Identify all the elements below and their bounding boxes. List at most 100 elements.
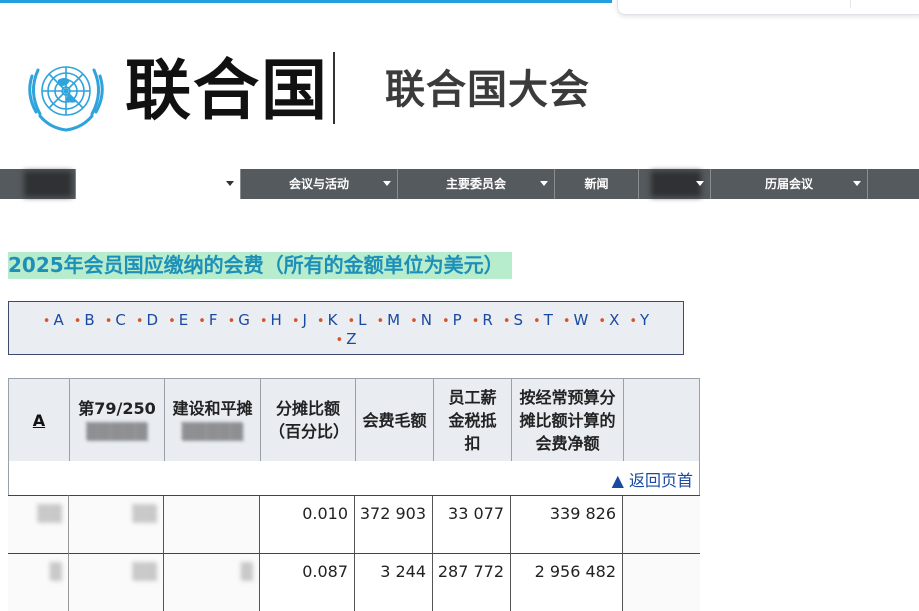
gross-cell: 3 244 [355, 553, 433, 611]
back-to-top-row: ▲ 返回页首 [8, 461, 700, 495]
alphabet-row: • A • B • C • D • E • F • G • H • J • K • L • M • N • P • R • S • T • W • X • Y [9, 311, 683, 330]
alphabet-link[interactable]: • N [410, 311, 432, 331]
section-title[interactable]: 联合国大会 [385, 66, 590, 114]
alphabet-letter[interactable]: R [482, 311, 492, 329]
alphabet-link[interactable]: • L [347, 311, 366, 331]
alphabet-letter[interactable]: L [358, 311, 366, 329]
alphabet-link[interactable]: • X [598, 311, 619, 331]
alphabet-letter[interactable]: X [609, 311, 619, 329]
nav-label: 历届会议 [764, 177, 813, 191]
alphabet-link[interactable]: • E [168, 311, 188, 331]
alphabet-letter[interactable]: G [238, 311, 250, 329]
alphabet-letter[interactable]: M [387, 311, 400, 329]
logo-text[interactable]: 联合国 [125, 50, 329, 132]
redacted-cell: ▒ [164, 553, 260, 611]
col-header-text: 建设和平摊 [172, 399, 253, 418]
alphabet-link[interactable]: • W [563, 311, 589, 331]
bullet-icon: • [291, 314, 300, 329]
alphabet-letter[interactable]: W [574, 311, 589, 329]
bullet-icon: • [410, 314, 418, 329]
nav-item-past-sessions[interactable]: 历届会议 [711, 169, 868, 199]
alphabet-link[interactable]: • A [43, 311, 64, 331]
alphabet-link[interactable]: • D [136, 311, 158, 331]
bullet-icon: • [135, 314, 144, 329]
col-header-peacebuilding: 建设和平摊 ▒▒▒▒▒ [165, 379, 261, 461]
nav-item-extra[interactable] [868, 169, 919, 199]
nav-label: 新闻 [584, 177, 609, 191]
col-header-extra [624, 379, 701, 461]
chevron-down-icon [383, 181, 391, 186]
alphabet-letter[interactable]: C [115, 311, 125, 329]
staff-cell: 33 077 [433, 495, 511, 553]
alphabet-link[interactable]: • S [503, 311, 523, 331]
alphabet-link[interactable]: • B [74, 311, 95, 331]
alphabet-letter[interactable]: Y [640, 311, 649, 329]
alphabet-link[interactable]: • F [198, 311, 217, 331]
table-header: A 第79/250 ▒▒▒▒▒ 建设和平摊 ▒▒▒▒▒ 分摊比额（百分比） 会费… [8, 378, 700, 462]
top-accent-bar [0, 0, 612, 3]
redacted-cell [623, 553, 700, 611]
country-cell: ▒▒ [8, 495, 69, 553]
redacted-text: ▒▒▒▒▒ [181, 422, 244, 441]
alphabet-letter[interactable]: J [302, 311, 306, 329]
header-divider [333, 52, 335, 124]
bullet-icon: • [104, 314, 113, 329]
alphabet-letter[interactable]: P [453, 311, 462, 329]
alphabet-link[interactable]: • H [260, 311, 282, 331]
col-header-letter-a[interactable]: A [9, 379, 70, 461]
chevron-down-icon [226, 181, 234, 186]
alphabet-letter[interactable]: Z [346, 330, 356, 348]
redacted-cell [623, 495, 700, 553]
alphabet-letter[interactable]: E [179, 311, 188, 329]
nav-item-redacted[interactable] [639, 169, 711, 199]
net-cell: 339 826 [511, 495, 623, 553]
redacted-cell [164, 495, 260, 553]
nav-label: 会议与活动 [288, 177, 349, 191]
nav-item-meetings[interactable]: 会议与活动 [241, 169, 398, 199]
alphabet-letter[interactable]: A [53, 311, 63, 329]
alphabet-letter[interactable]: T [544, 311, 553, 329]
country-cell: ▒ [8, 553, 69, 611]
top-utility-box[interactable] [617, 0, 919, 15]
bullet-icon: • [168, 314, 176, 329]
bullet-icon: • [562, 314, 571, 329]
alphabet-letter[interactable]: H [271, 311, 282, 329]
alphabet-letter[interactable]: N [421, 311, 432, 329]
alphabet-link[interactable]: • G [228, 311, 250, 331]
alphabet-letter[interactable]: S [514, 311, 524, 329]
bullet-icon: • [259, 314, 268, 329]
nav-dropdown-language[interactable] [76, 169, 241, 199]
bullet-icon: • [198, 314, 206, 329]
un-emblem-icon[interactable] [18, 50, 114, 132]
bullet-icon: • [347, 314, 356, 329]
alphabet-row: • Z [9, 330, 683, 349]
bullet-icon: • [376, 314, 385, 329]
alphabet-link[interactable]: • Y [629, 311, 649, 331]
bullet-icon: • [629, 314, 638, 329]
col-header-text: 第79/250 [78, 399, 156, 418]
alphabet-link[interactable]: • J [292, 311, 307, 331]
redacted-cell: ▒▒ [69, 495, 164, 553]
nav-item-committees[interactable]: 主要委员会 [398, 169, 555, 199]
alphabet-link[interactable]: • P [442, 311, 462, 331]
col-header-resolution: 第79/250 ▒▒▒▒▒ [70, 379, 165, 461]
alphabet-link[interactable]: • T [533, 311, 553, 331]
nav-item-news[interactable]: 新闻 [555, 169, 639, 199]
alphabet-letter[interactable]: B [84, 311, 94, 329]
back-to-top-link[interactable]: ▲ 返回页首 [612, 467, 693, 491]
alphabet-link[interactable]: • R [472, 311, 493, 331]
alphabet-link[interactable]: • M [376, 311, 400, 331]
alphabet-letter[interactable]: K [328, 311, 338, 329]
alphabet-letter[interactable]: F [209, 311, 218, 329]
nav-item-home[interactable] [0, 169, 76, 199]
bullet-icon: • [335, 333, 344, 348]
alphabet-link[interactable]: • K [317, 311, 338, 331]
alphabet-link[interactable]: • Z [336, 330, 357, 350]
alphabet-link[interactable]: • C [105, 311, 126, 331]
alphabet-index: • A • B • C • D • E • F • G • H • J • K • L • M • N • P • R • S • T • W • X • Y… [8, 301, 684, 355]
utility-divider [850, 0, 851, 8]
alphabet-letter[interactable]: D [147, 311, 159, 329]
redacted-text: ▒▒▒▒▒ [86, 422, 148, 441]
chevron-down-icon [696, 181, 704, 186]
bullet-icon: • [316, 314, 325, 329]
